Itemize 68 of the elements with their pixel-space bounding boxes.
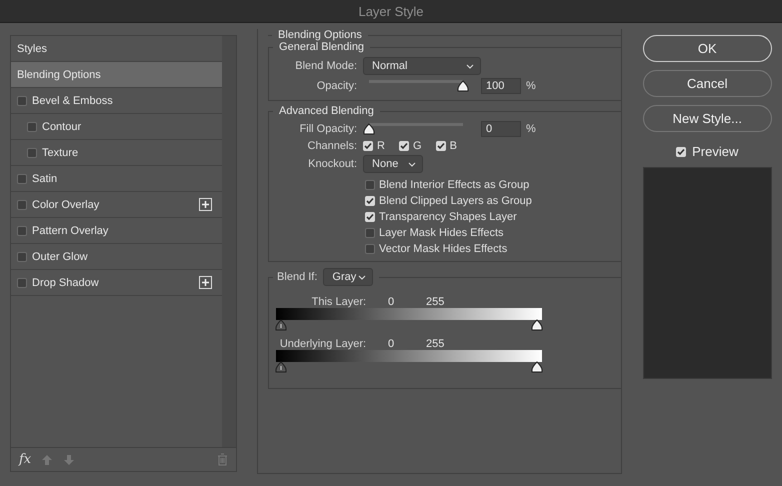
field-label: Opacity:	[316, 80, 358, 92]
checkbox[interactable]	[365, 228, 376, 238]
window-title: Layer Style	[358, 4, 424, 18]
chevron-icon	[408, 162, 416, 166]
slider-thumb[interactable]	[457, 80, 470, 92]
field-label: This Layer:	[310, 296, 366, 308]
scrollbar[interactable]	[222, 36, 236, 447]
checkbox[interactable]	[17, 278, 27, 288]
checkbox[interactable]	[27, 148, 37, 158]
field-label: Channels:	[306, 140, 358, 152]
style-item[interactable]: Blending Options	[11, 62, 222, 88]
checkbox-label: Vector Mask Hides Effects	[379, 243, 508, 255]
slider-thumb[interactable]	[363, 122, 376, 134]
checkbox[interactable]	[17, 174, 27, 184]
range-value: 0	[388, 338, 396, 350]
dialog-button[interactable]: New Style...	[642, 105, 772, 132]
checkbox[interactable]	[17, 252, 27, 262]
checkbox[interactable]	[676, 146, 686, 156]
gradient-bar[interactable]	[276, 350, 542, 362]
slider-thumb[interactable]	[530, 361, 543, 373]
checkbox[interactable]	[17, 200, 27, 210]
blend-mode-dropdown[interactable]: Normal	[363, 57, 482, 75]
checkbox-label: Blend Clipped Layers as Group	[379, 195, 532, 207]
dialog-button[interactable]: OK	[642, 35, 772, 62]
fx-label[interactable]: fx	[19, 452, 32, 467]
section-title: Blending Options	[277, 29, 363, 41]
checkbox-label: Transparency Shapes Layer	[379, 211, 517, 223]
checkbox[interactable]	[27, 122, 37, 132]
checkbox[interactable]	[17, 96, 27, 106]
checkbox-label: Blend Interior Effects as Group	[379, 179, 530, 191]
chevron-icon	[466, 64, 474, 68]
knockout-dropdown[interactable]: None	[363, 155, 424, 173]
field-label: Blend Mode:	[294, 60, 358, 72]
section-title: General Blending	[278, 41, 366, 53]
checkbox[interactable]	[363, 141, 374, 151]
checkbox-label: G	[413, 140, 422, 152]
section-title: Advanced Blending	[278, 105, 375, 117]
chevron-icon	[358, 274, 366, 280]
checkbox-label: Layer Mask Hides Effects	[379, 227, 504, 239]
blend-if-dropdown[interactable]: Gray	[323, 268, 374, 286]
field-label: Fill Opacity:	[298, 123, 358, 135]
checkbox[interactable]	[365, 212, 376, 222]
checkbox-label: Preview	[692, 144, 738, 159]
checkbox[interactable]	[399, 141, 409, 151]
checkbox-label: R	[377, 140, 385, 152]
slider-thumb[interactable]	[275, 319, 288, 331]
field-label: Knockout:	[307, 158, 358, 170]
checkbox[interactable]	[365, 244, 376, 254]
slider-thumb[interactable]	[275, 361, 288, 373]
checkbox[interactable]	[365, 196, 376, 206]
checkbox-label: B	[450, 140, 457, 152]
field-label: Blend If:	[277, 271, 318, 283]
unit-label: %	[526, 80, 536, 92]
range-value: 255	[426, 338, 446, 350]
checkbox[interactable]	[17, 226, 27, 236]
range-value: 0	[388, 296, 396, 308]
slider-thumb[interactable]	[530, 319, 543, 331]
number-field[interactable]: 0	[481, 121, 522, 137]
field-label: Underlying Layer:	[278, 338, 366, 350]
unit-label: %	[526, 123, 536, 135]
checkbox[interactable]	[436, 141, 446, 151]
add-icon[interactable]	[199, 198, 212, 211]
add-icon[interactable]	[199, 276, 212, 289]
range-value: 255	[426, 296, 446, 308]
number-field[interactable]: 100	[481, 78, 522, 94]
gradient-bar[interactable]	[276, 308, 542, 320]
dialog-button[interactable]: Cancel	[642, 70, 772, 97]
checkbox[interactable]	[365, 180, 376, 190]
